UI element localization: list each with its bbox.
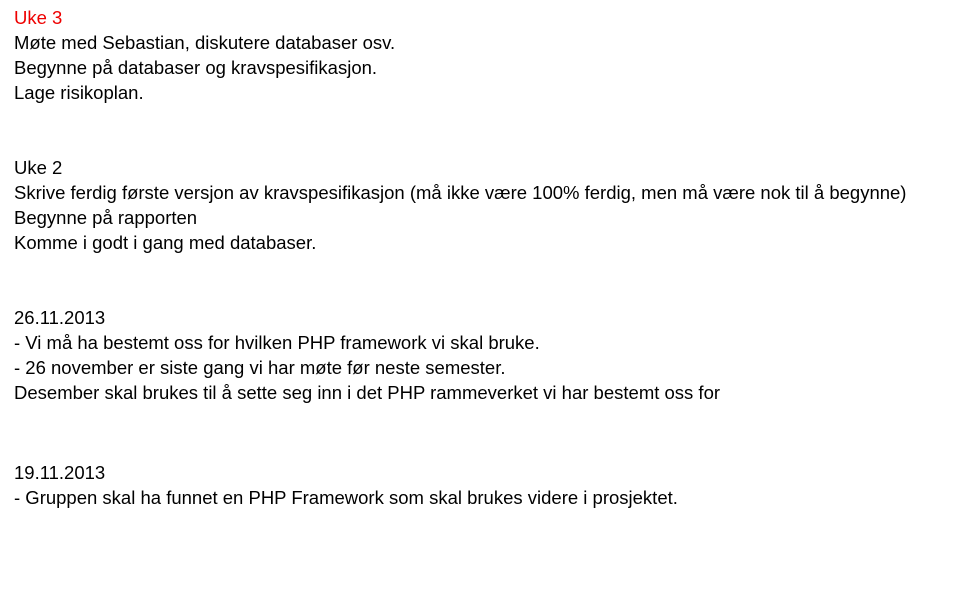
week-3-line-2: Begynne på databaser og kravspesifikasjo… bbox=[14, 56, 946, 81]
week-3-section: Uke 3 Møte med Sebastian, diskutere data… bbox=[14, 6, 946, 106]
entry-1-line-3: Desember skal brukes til å sette seg inn… bbox=[14, 381, 946, 406]
week-2-title: Uke 2 bbox=[14, 156, 946, 181]
spacer bbox=[14, 106, 946, 156]
week-2-section: Uke 2 Skrive ferdig første versjon av kr… bbox=[14, 156, 946, 256]
spacer bbox=[14, 256, 946, 306]
spacer bbox=[14, 406, 946, 461]
entry-1-line-1: - Vi må ha bestemt oss for hvilken PHP f… bbox=[14, 331, 946, 356]
week-3-line-3: Lage risikoplan. bbox=[14, 81, 946, 106]
entry-1-line-2: - 26 november er siste gang vi har møte … bbox=[14, 356, 946, 381]
week-2-line-2: Begynne på rapporten bbox=[14, 206, 946, 231]
entry-1-date: 26.11.2013 bbox=[14, 306, 946, 331]
week-2-line-3: Komme i godt i gang med databaser. bbox=[14, 231, 946, 256]
week-3-line-1: Møte med Sebastian, diskutere databaser … bbox=[14, 31, 946, 56]
entry-1-section: 26.11.2013 - Vi må ha bestemt oss for hv… bbox=[14, 306, 946, 406]
week-3-title: Uke 3 bbox=[14, 6, 946, 31]
entry-2-date: 19.11.2013 bbox=[14, 461, 946, 486]
week-2-line-1: Skrive ferdig første versjon av kravspes… bbox=[14, 181, 946, 206]
entry-2-section: 19.11.2013 - Gruppen skal ha funnet en P… bbox=[14, 461, 946, 511]
entry-2-line-1: - Gruppen skal ha funnet en PHP Framewor… bbox=[14, 486, 946, 511]
